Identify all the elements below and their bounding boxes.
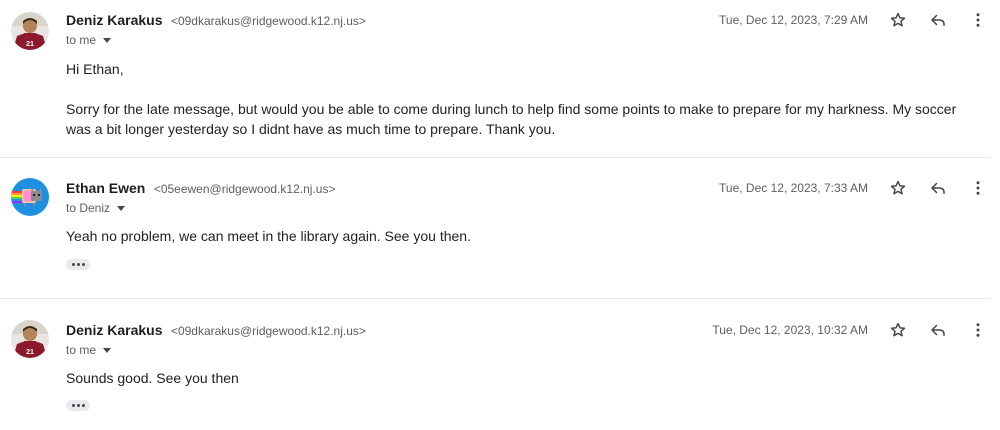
more-horiz-icon-dot [76, 404, 80, 407]
show-trimmed-content-button[interactable] [66, 400, 90, 411]
reply-icon [931, 324, 945, 336]
star-button[interactable] [888, 320, 908, 340]
show-trimmed-content-button[interactable] [66, 259, 90, 270]
star-outline-icon [890, 322, 906, 337]
body-paragraph: Sounds good. See you then [66, 370, 239, 386]
sender-email: <09dkarakus@ridgewood.k12.nj.us> [170, 324, 366, 338]
message-body: Sounds good. See you then [66, 368, 966, 388]
reply-button[interactable] [928, 178, 948, 198]
message-divider [0, 298, 990, 299]
recipient-details-toggle[interactable]: to me [66, 30, 112, 50]
more-horiz-icon-dot [71, 404, 75, 407]
recipient-label: to Deniz [66, 201, 111, 215]
sender-line: Deniz Karakus <09dkarakus@ridgewood.k12.… [66, 320, 366, 341]
reply-icon [931, 14, 945, 26]
more-vert-icon [976, 181, 980, 195]
star-button[interactable] [888, 10, 908, 30]
soccer-player-avatar-image: 21 [11, 320, 49, 358]
avatar[interactable]: 21 [11, 12, 49, 50]
avatar[interactable] [11, 178, 49, 216]
sender-line: Ethan Ewen <05eewen@ridgewood.k12.nj.us> [66, 178, 335, 199]
sender-line: Deniz Karakus <09dkarakus@ridgewood.k12.… [66, 10, 366, 31]
nyan-cat-avatar-image [11, 178, 49, 216]
message-date[interactable]: Tue, Dec 12, 2023, 7:29 AM [719, 10, 868, 30]
recipient-details-toggle[interactable]: to Deniz [66, 198, 126, 218]
body-paragraph: Hi Ethan, [66, 61, 124, 77]
message-date[interactable]: Tue, Dec 12, 2023, 10:32 AM [712, 320, 868, 340]
recipient-details-toggle[interactable]: to me [66, 340, 112, 360]
message-body: Hi Ethan, Sorry for the late message, bu… [66, 59, 966, 139]
recipient-label: to me [66, 33, 97, 47]
sender-name[interactable]: Ethan Ewen [66, 180, 145, 196]
sender-email: <09dkarakus@ridgewood.k12.nj.us> [170, 14, 366, 28]
email-message-1: 21 Deniz Karakus <09dkarakus@ridgewood.k… [0, 10, 990, 150]
body-paragraph: Sorry for the late message, but would yo… [66, 101, 957, 137]
sender-email: <05eewen@ridgewood.k12.nj.us> [153, 182, 336, 196]
star-outline-icon [890, 12, 906, 27]
reply-button[interactable] [928, 10, 948, 30]
reply-icon [931, 182, 945, 194]
star-outline-icon [890, 180, 906, 195]
more-horiz-icon-dot [81, 404, 85, 407]
more-options-button[interactable] [968, 178, 988, 198]
caret-down-icon [103, 347, 112, 353]
soccer-player-avatar-image: 21 [11, 12, 49, 50]
caret-down-icon [103, 37, 112, 43]
email-message-2: Ethan Ewen <05eewen@ridgewood.k12.nj.us>… [0, 178, 990, 288]
message-date[interactable]: Tue, Dec 12, 2023, 7:33 AM [719, 178, 868, 198]
more-vert-icon [976, 323, 980, 337]
sender-name[interactable]: Deniz Karakus [66, 12, 162, 28]
message-body: Yeah no problem, we can meet in the libr… [66, 226, 966, 246]
caret-down-icon [117, 205, 126, 211]
message-divider [0, 157, 990, 158]
more-horiz-icon-dot [71, 263, 75, 266]
svg-text:21: 21 [26, 349, 34, 356]
more-vert-icon [976, 13, 980, 27]
star-button[interactable] [888, 178, 908, 198]
more-options-button[interactable] [968, 320, 988, 340]
more-horiz-icon-dot [76, 263, 80, 266]
body-paragraph: Yeah no problem, we can meet in the libr… [66, 228, 471, 244]
svg-text:21: 21 [26, 41, 34, 48]
avatar[interactable]: 21 [11, 320, 49, 358]
reply-button[interactable] [928, 320, 948, 340]
recipient-label: to me [66, 343, 97, 357]
sender-name[interactable]: Deniz Karakus [66, 322, 162, 338]
more-horiz-icon-dot [81, 263, 85, 266]
email-message-3: 21 Deniz Karakus <09dkarakus@ridgewood.k… [0, 320, 990, 425]
more-options-button[interactable] [968, 10, 988, 30]
